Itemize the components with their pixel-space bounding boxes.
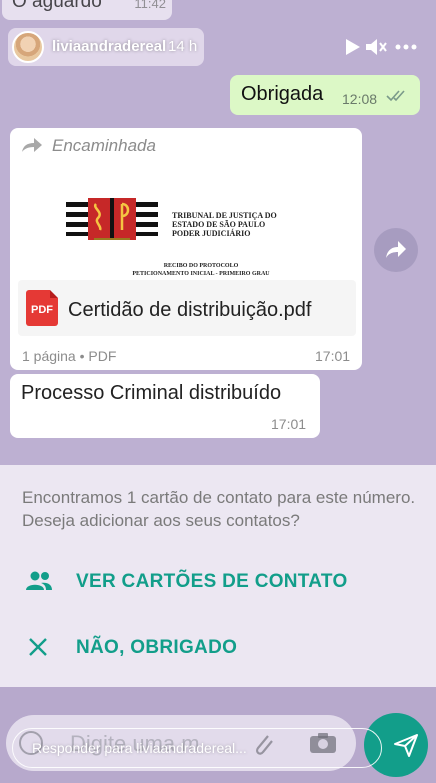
share-icon: [386, 241, 406, 258]
close-icon: [29, 638, 47, 656]
story-username[interactable]: liviaandradereal: [52, 38, 166, 55]
view-contact-cards-button[interactable]: VER CARTÕES DE CONTATO: [76, 571, 348, 593]
dismiss-button[interactable]: NÃO, OBRIGADO: [76, 637, 237, 659]
forwarded-label: Encaminhada: [52, 136, 156, 155]
play-icon[interactable]: [340, 36, 364, 58]
pdf-file-icon: PDF: [26, 290, 58, 326]
received-message-time: 17:01: [271, 416, 307, 432]
more-options-icon[interactable]: [394, 36, 418, 58]
partial-message-text: O aguardo: [12, 0, 102, 12]
read-ticks-icon: [386, 90, 405, 102]
mute-icon[interactable]: [364, 36, 388, 58]
sent-message-bubble: Obrigada 12:08: [230, 75, 420, 115]
reply-placeholder: Responder para liviaandradereal...: [32, 740, 247, 756]
contact-panel-message: Encontramos 1 cartão de contato para est…: [22, 488, 416, 530]
send-icon[interactable]: [392, 731, 420, 759]
partial-message-bubble: O aguardo 11:42: [2, 0, 172, 20]
share-button[interactable]: [374, 228, 418, 272]
sent-message-time: 12:08: [342, 91, 378, 107]
story-time-ago: 14 h: [168, 38, 198, 55]
received-message-bubble: Processo Criminal distribuído 17:01: [10, 374, 320, 438]
court-seal-logo: [66, 198, 158, 240]
document-receipt-text: RECIBO DO PROTOCOLO PETICIONAMENTO INICI…: [132, 263, 270, 277]
document-message-time: 17:01: [315, 348, 351, 364]
forward-icon: [22, 138, 42, 152]
received-message-text: Processo Criminal distribuído: [21, 382, 282, 404]
file-name[interactable]: Certidão de distribuição.pdf: [68, 299, 311, 322]
contacts-icon: [26, 571, 52, 590]
sent-message-text: Obrigada: [241, 83, 324, 105]
document-header-text: TRIBUNAL DE JUSTIÇA DO ESTADO DE SÃO PAU…: [172, 211, 277, 238]
avatar[interactable]: [12, 31, 44, 63]
file-meta: 1 página • PDF: [22, 348, 117, 364]
partial-message-time: 11:42: [134, 0, 166, 11]
